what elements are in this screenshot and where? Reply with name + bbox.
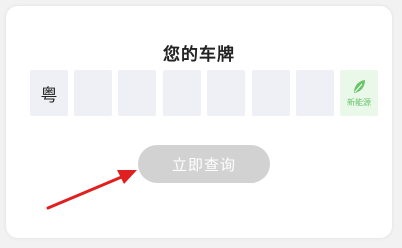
- red-arrow-annotation: [46, 170, 137, 210]
